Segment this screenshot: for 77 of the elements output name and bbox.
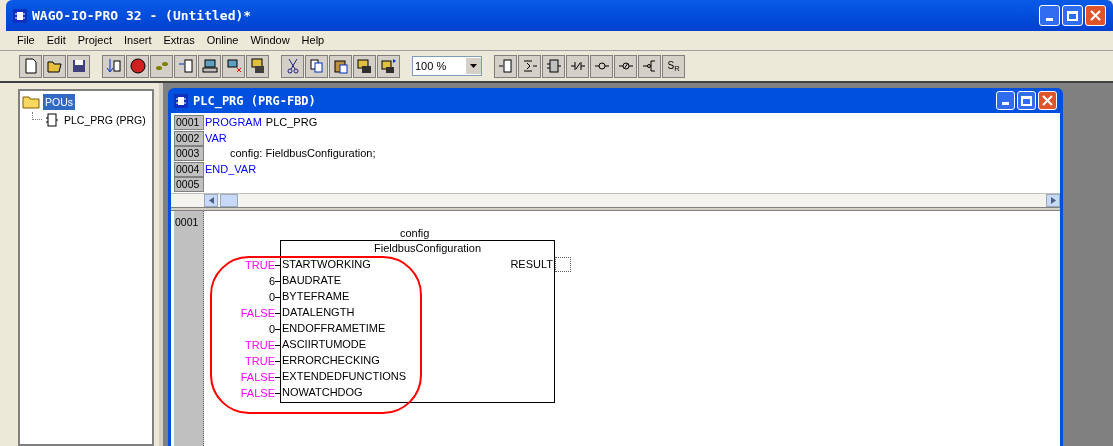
output-pin-label: RESULT bbox=[510, 257, 554, 272]
instance-name: config bbox=[400, 226, 430, 240]
line-number: 0002 bbox=[174, 130, 204, 146]
code-text: PROGRAM bbox=[205, 116, 262, 130]
code-text: END_VAR bbox=[205, 162, 257, 176]
function-block[interactable]: FieldbusConfiguration STARTWORKING BAUDRATE BYTEFRAME DATALENGTH ENDOFFRAMETIME ASCIIRTUMODE ERRORCHECKING EXTENDEDFUNCTIONS NOWATCHDOG RESULT bbox=[280, 240, 555, 403]
menu-item[interactable]: Window bbox=[249, 32, 291, 49]
line-number: 0001 bbox=[174, 115, 204, 131]
menu-item[interactable]: Help bbox=[300, 32, 326, 49]
paste-icon[interactable] bbox=[329, 54, 352, 78]
menu-item[interactable]: File bbox=[16, 32, 36, 49]
editor-title: PLC_PRG (PRG-FBD) bbox=[193, 92, 317, 110]
folder-icon bbox=[22, 95, 40, 109]
coil-icon[interactable] bbox=[590, 54, 613, 78]
close-button[interactable] bbox=[1085, 5, 1106, 26]
code-text: VAR bbox=[205, 131, 227, 145]
input-pin-label: ASCIIRTUMODE bbox=[281, 337, 368, 352]
menu-item[interactable]: Insert bbox=[122, 32, 153, 49]
line-number: 0005 bbox=[174, 177, 204, 193]
network-number: 0001 bbox=[174, 216, 200, 228]
close-button[interactable] bbox=[1038, 91, 1057, 110]
input-pin-label: EXTENDEDFUNCTIONS bbox=[281, 369, 407, 384]
box-icon[interactable] bbox=[542, 54, 565, 78]
save-icon[interactable] bbox=[67, 54, 90, 78]
minimize-button[interactable] bbox=[996, 91, 1015, 110]
code-text: config: FieldbusConfiguration; bbox=[229, 147, 376, 161]
copy-icon[interactable] bbox=[305, 54, 328, 78]
window-title: WAGO-IO-PRO 32 - (Untitled)* bbox=[32, 6, 253, 25]
pin-value[interactable]: 0 bbox=[268, 322, 275, 336]
menu-item[interactable]: Online bbox=[205, 32, 240, 49]
app-icon bbox=[174, 93, 188, 108]
line-number: 0003 bbox=[174, 146, 204, 162]
open-folder-icon[interactable] bbox=[43, 54, 66, 78]
stop-icon[interactable] bbox=[126, 54, 149, 78]
contact-icon[interactable] bbox=[566, 54, 589, 78]
app-icon bbox=[13, 8, 27, 23]
set-reset-button[interactable]: S$_{R}$ bbox=[662, 54, 685, 78]
code-text: PLC_PRG bbox=[265, 116, 318, 130]
new-document-icon[interactable] bbox=[19, 54, 42, 78]
output-icon[interactable] bbox=[518, 54, 541, 78]
step-in-icon[interactable] bbox=[174, 54, 197, 78]
computer-icon[interactable] bbox=[198, 54, 221, 78]
input-pin-label: DATALENGTH bbox=[281, 305, 356, 320]
maximize-button[interactable] bbox=[1062, 5, 1083, 26]
scroll-left-icon bbox=[204, 194, 218, 207]
tree-item[interactable]: PLC_PRG (PRG) bbox=[62, 112, 148, 128]
zoom-dropdown[interactable]: 100 % bbox=[412, 56, 482, 76]
line-number: 0004 bbox=[174, 161, 204, 177]
input-pin-label: NOWATCHDOG bbox=[281, 385, 364, 400]
input-pin-label: BYTEFRAME bbox=[281, 289, 351, 304]
scroll-right-icon bbox=[1046, 194, 1060, 207]
block-icon bbox=[45, 113, 59, 127]
pin-value[interactable]: 0 bbox=[268, 290, 275, 304]
menu-item[interactable]: Project bbox=[76, 32, 113, 49]
tree-item[interactable]: POUs bbox=[43, 94, 75, 110]
input-pin-label: ENDOFFRAMETIME bbox=[281, 321, 387, 336]
computer-disconnect-icon[interactable] bbox=[222, 54, 245, 78]
input-pin-label: ERRORCHECKING bbox=[281, 353, 381, 368]
download-icon[interactable] bbox=[102, 54, 125, 78]
splitter-bar[interactable] bbox=[171, 207, 1060, 211]
coil-negated-icon[interactable] bbox=[614, 54, 637, 78]
input-pin-label: BAUDRATE bbox=[281, 273, 343, 288]
scroll-thumb[interactable] bbox=[220, 194, 238, 207]
menu-item[interactable]: Edit bbox=[45, 32, 67, 49]
menu-item[interactable]: Extras bbox=[162, 32, 196, 49]
close-icon bbox=[1042, 95, 1053, 106]
pin-value[interactable]: 6 bbox=[268, 274, 275, 288]
output-connection[interactable] bbox=[555, 257, 571, 272]
input-pin-label: STARTWORKING bbox=[281, 257, 372, 272]
minimize-button[interactable] bbox=[1039, 5, 1060, 26]
block-type: FieldbusConfiguration bbox=[374, 241, 481, 256]
caret-icon bbox=[470, 64, 477, 68]
input-icon[interactable] bbox=[494, 54, 517, 78]
jump-icon[interactable] bbox=[638, 54, 661, 78]
close-icon bbox=[1090, 10, 1101, 21]
maximize-button[interactable] bbox=[1017, 91, 1036, 110]
cut-icon[interactable] bbox=[281, 54, 304, 78]
